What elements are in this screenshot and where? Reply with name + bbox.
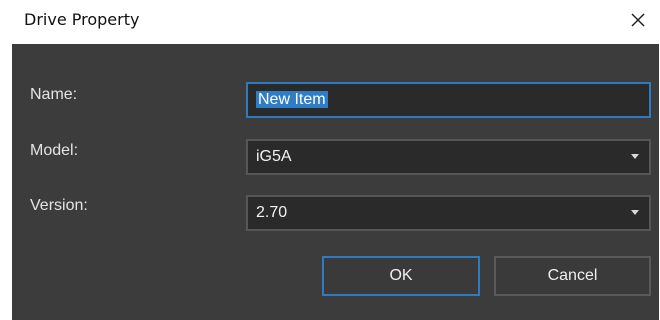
- chevron-down-icon: [631, 154, 639, 159]
- chevron-down-icon: [631, 210, 639, 215]
- name-label: Name:: [30, 86, 78, 103]
- dialog-window: Drive Property Name: New Item Model: iG5…: [0, 0, 660, 320]
- version-select-value: 2.70: [256, 204, 288, 221]
- close-button[interactable]: [624, 6, 652, 34]
- model-label: Model:: [30, 142, 79, 159]
- version-select[interactable]: 2.70: [246, 195, 651, 231]
- title-bar: Drive Property: [0, 0, 660, 40]
- name-input[interactable]: New Item: [246, 82, 651, 118]
- dialog-content: Name: New Item Model: iG5A Version: 2.70…: [12, 44, 659, 320]
- version-label: Version:: [30, 197, 88, 214]
- dialog-title: Drive Property: [24, 10, 140, 29]
- name-input-value: New Item: [256, 91, 328, 108]
- close-icon: [631, 13, 645, 27]
- model-select[interactable]: iG5A: [246, 139, 651, 175]
- cancel-button[interactable]: Cancel: [494, 256, 651, 296]
- ok-button[interactable]: OK: [322, 256, 480, 296]
- model-select-value: iG5A: [256, 148, 292, 165]
